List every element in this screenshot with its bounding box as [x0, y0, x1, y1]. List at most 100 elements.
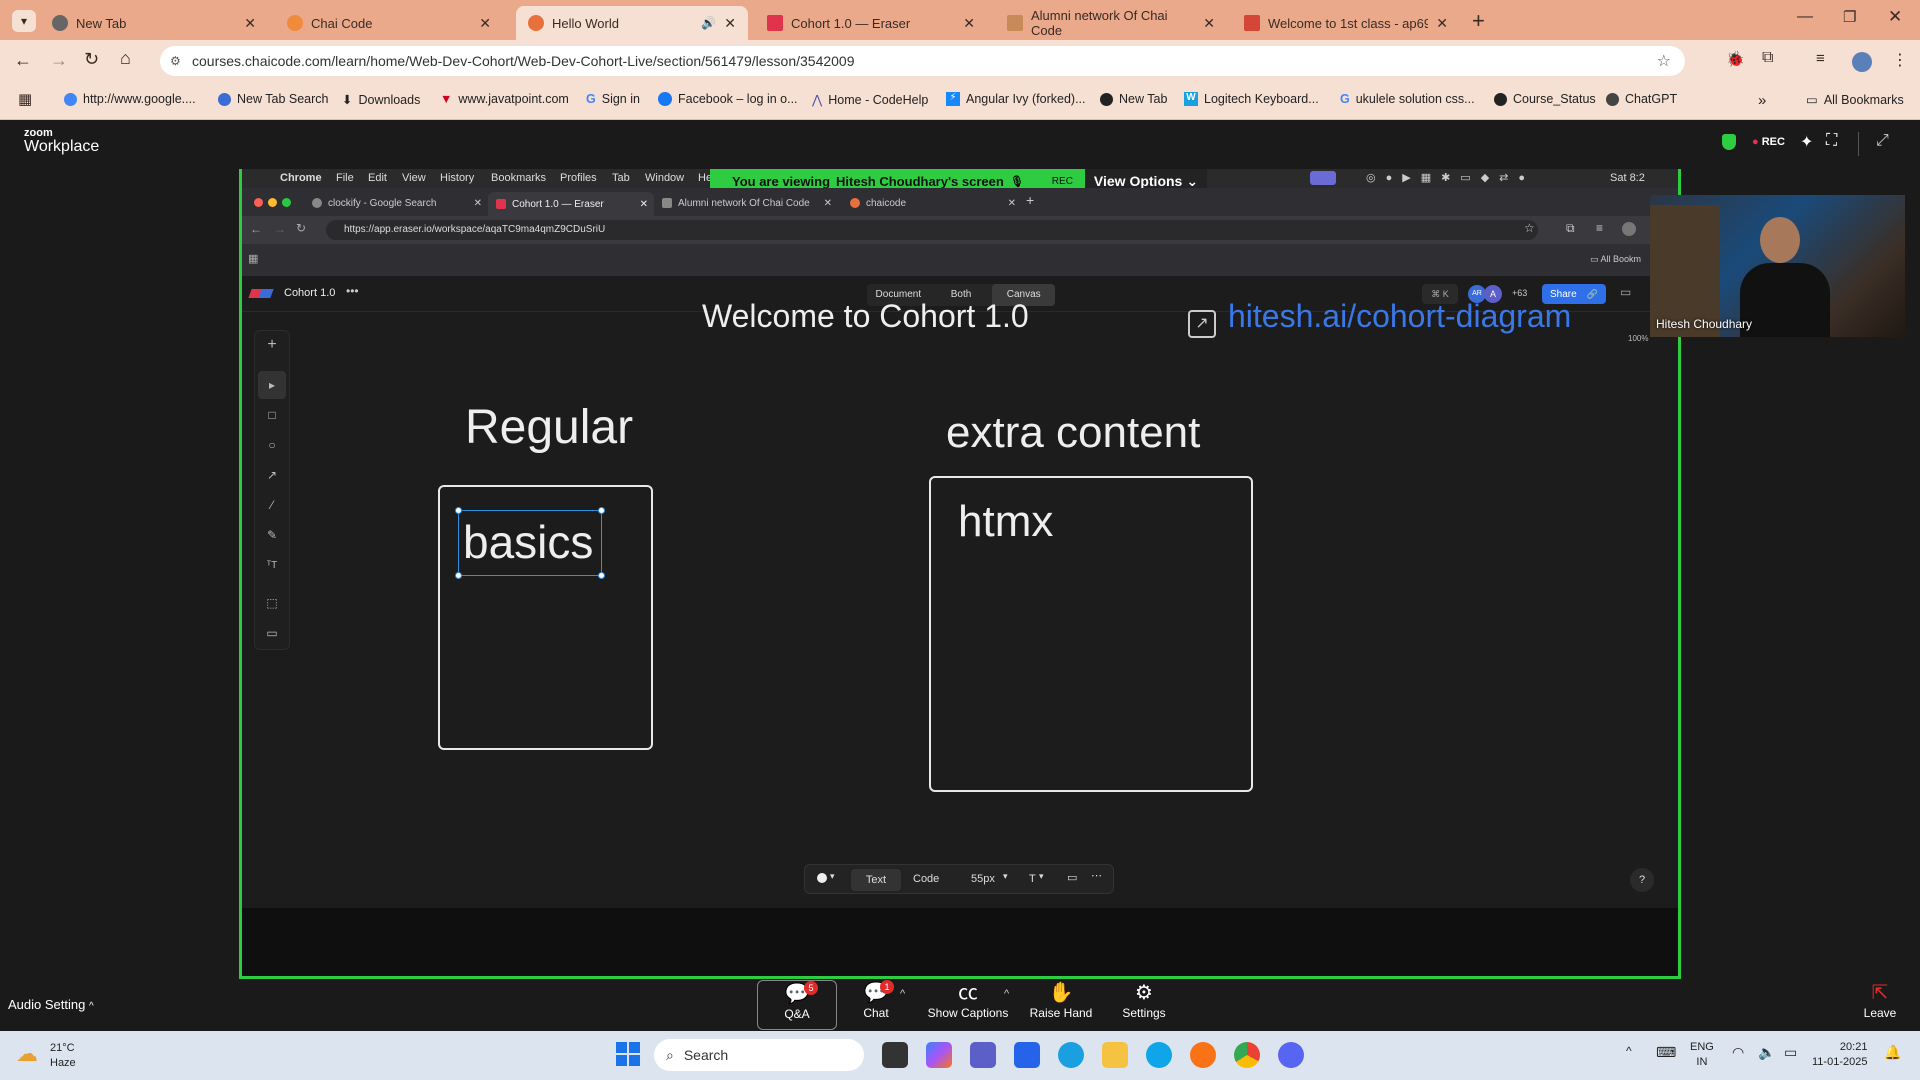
- gmail-icon: [1244, 15, 1260, 31]
- extension-icon[interactable]: 🐞: [1726, 50, 1745, 68]
- file-explorer-icon[interactable]: [1102, 1042, 1128, 1068]
- postman-icon[interactable]: [1190, 1042, 1216, 1068]
- apps-grid-icon[interactable]: ▦: [18, 90, 32, 108]
- mac-minimize-dot: [268, 198, 277, 207]
- tab-chai-code[interactable]: Chai Code ✕: [275, 6, 503, 40]
- teams-icon[interactable]: [970, 1042, 996, 1068]
- speaker-icon[interactable]: 🔈: [1758, 1044, 1775, 1061]
- more-icon: ⋯: [1091, 870, 1102, 882]
- puzzle-icon[interactable]: ⧉: [1762, 49, 1773, 67]
- address-bar[interactable]: ⚙ courses.chaicode.com/learn/home/Web-De…: [160, 46, 1685, 76]
- chrome-icon[interactable]: [1234, 1042, 1260, 1068]
- chevron-up-icon[interactable]: ^: [1626, 1044, 1632, 1058]
- more-bookmarks-icon[interactable]: »: [1758, 92, 1766, 109]
- clock[interactable]: 20:21 11-01-2025: [1812, 1040, 1867, 1070]
- forward-icon[interactable]: →: [50, 50, 68, 71]
- qa-button[interactable]: 💬 Q&A 5: [757, 980, 837, 1030]
- htmx-text: htmx: [958, 497, 1054, 546]
- bookmark-item[interactable]: W Logitech Keyboard...: [1184, 92, 1319, 106]
- task-view-icon[interactable]: [882, 1042, 908, 1068]
- tab-new-tab[interactable]: New Tab ✕: [40, 6, 268, 40]
- arrow-icon: ↗: [266, 468, 278, 482]
- close-icon[interactable]: ✕: [963, 15, 975, 32]
- zoom-top-bar: [0, 120, 1920, 169]
- tab-cohort-eraser[interactable]: Cohort 1.0 — Eraser ✕: [755, 6, 987, 40]
- help-icon[interactable]: [1058, 1042, 1084, 1068]
- folder-icon: ▭: [1806, 93, 1818, 107]
- discord-icon[interactable]: [1278, 1042, 1304, 1068]
- plus-icon: +: [1026, 192, 1035, 208]
- back-icon[interactable]: ←: [14, 50, 32, 71]
- battery-icon[interactable]: ▭: [1784, 1044, 1797, 1061]
- inner-tab: clockify - Google Search ✕: [312, 192, 482, 214]
- google-icon: G: [586, 92, 596, 106]
- tab-search-icon[interactable]: ▾: [12, 10, 36, 32]
- bookmark-item[interactable]: G Sign in: [586, 92, 640, 106]
- speaker-icon[interactable]: 🔊: [701, 16, 716, 30]
- person-head-image: [1760, 217, 1800, 263]
- tab-hello-world[interactable]: Hello World 🔊 ✕: [516, 6, 748, 40]
- keyboard-icon[interactable]: ⌨: [1656, 1044, 1676, 1061]
- leave-button[interactable]: ⇱ Leave: [1858, 980, 1902, 1030]
- new-tab-button[interactable]: +: [1472, 8, 1485, 34]
- google-icon: [64, 92, 77, 106]
- close-window-button[interactable]: ✕: [1888, 7, 1902, 27]
- qa-icon: 💬: [784, 983, 810, 1005]
- tab-gmail-welcome[interactable]: Welcome to 1st class - ap6988 ✕: [1232, 6, 1460, 40]
- site-info-icon[interactable]: ⚙: [170, 54, 181, 68]
- bookmark-item[interactable]: Facebook – log in o...: [658, 92, 798, 106]
- notification-icon[interactable]: 🔔: [1884, 1044, 1901, 1061]
- language-indicator[interactable]: ENG IN: [1690, 1040, 1714, 1070]
- settings-button[interactable]: ⚙ Settings: [1104, 980, 1184, 1030]
- shield-icon[interactable]: [1722, 134, 1736, 150]
- chevron-up-icon[interactable]: ^: [1004, 988, 1009, 1000]
- fullscreen-icon[interactable]: ⛶: [1826, 132, 1837, 150]
- bookmark-item[interactable]: ⬇ Downloads: [342, 92, 420, 108]
- bookmark-item[interactable]: ChatGPT: [1606, 92, 1677, 106]
- bookmark-item[interactable]: Course_Status: [1494, 92, 1596, 106]
- recording-indicator[interactable]: ● REC: [1752, 136, 1785, 148]
- tab-alumni-network[interactable]: Alumni network Of Chai Code ✕: [995, 6, 1227, 40]
- star-icon[interactable]: ☆: [1657, 51, 1671, 71]
- store-icon[interactable]: [1014, 1042, 1040, 1068]
- divider: [1858, 132, 1859, 156]
- minimize-button[interactable]: —: [1797, 8, 1813, 26]
- font-size-select: 55px: [971, 873, 995, 885]
- wifi-icon[interactable]: ◠: [1732, 1044, 1744, 1061]
- close-icon[interactable]: ✕: [1436, 15, 1448, 32]
- all-bookmarks-folder[interactable]: ▭ All Bookmarks: [1806, 92, 1904, 108]
- audio-setting[interactable]: Audio Setting ^: [8, 997, 94, 1012]
- edge-icon[interactable]: [1146, 1042, 1172, 1068]
- weather-icon[interactable]: ☁: [16, 1041, 38, 1067]
- bookmark-item[interactable]: ▼ www.javatpoint.com: [440, 92, 569, 106]
- windows-taskbar: [0, 1031, 1920, 1080]
- show-captions-button[interactable]: ㏄ Show Captions: [922, 980, 1014, 1030]
- home-icon[interactable]: ⌂: [120, 48, 131, 69]
- close-icon[interactable]: ✕: [479, 15, 491, 32]
- taskbar-search[interactable]: ⌕ Search: [654, 1039, 864, 1071]
- bookmark-item[interactable]: New Tab: [1100, 92, 1167, 106]
- sparkle-icon[interactable]: ✦: [1800, 132, 1813, 152]
- close-icon[interactable]: ✕: [1203, 15, 1215, 32]
- media-icon[interactable]: ≡: [1816, 50, 1825, 67]
- expand-icon[interactable]: ⤢: [1876, 132, 1889, 150]
- close-icon[interactable]: ✕: [724, 15, 736, 32]
- copilot-icon[interactable]: [926, 1042, 952, 1068]
- chevron-down-icon: ▾: [1003, 871, 1008, 881]
- raise-hand-button[interactable]: ✋ Raise Hand: [1022, 980, 1100, 1030]
- menu-icon[interactable]: ⋮: [1892, 50, 1908, 70]
- bookmark-item[interactable]: New Tab Search: [218, 92, 329, 106]
- bookmark-item[interactable]: ⚡ Angular Ivy (forked)...: [946, 92, 1086, 106]
- facebook-icon: [658, 92, 672, 106]
- profile-avatar[interactable]: [1852, 52, 1872, 72]
- bookmark-item[interactable]: http://www.google....: [64, 92, 196, 106]
- bookmark-item[interactable]: Gukulele solution css...: [1340, 92, 1475, 106]
- reload-icon[interactable]: ↻: [84, 49, 99, 70]
- bookmark-item[interactable]: ⋀ Home - CodeHelp: [812, 92, 928, 108]
- close-icon[interactable]: ✕: [244, 15, 256, 32]
- windows-start-icon[interactable]: [616, 1042, 640, 1066]
- participant-video[interactable]: Hitesh Choudhary: [1650, 195, 1905, 337]
- weather-widget[interactable]: 21°C Haze: [50, 1041, 76, 1071]
- restore-button[interactable]: ❐: [1843, 8, 1856, 26]
- chevron-up-icon[interactable]: ^: [900, 988, 905, 1000]
